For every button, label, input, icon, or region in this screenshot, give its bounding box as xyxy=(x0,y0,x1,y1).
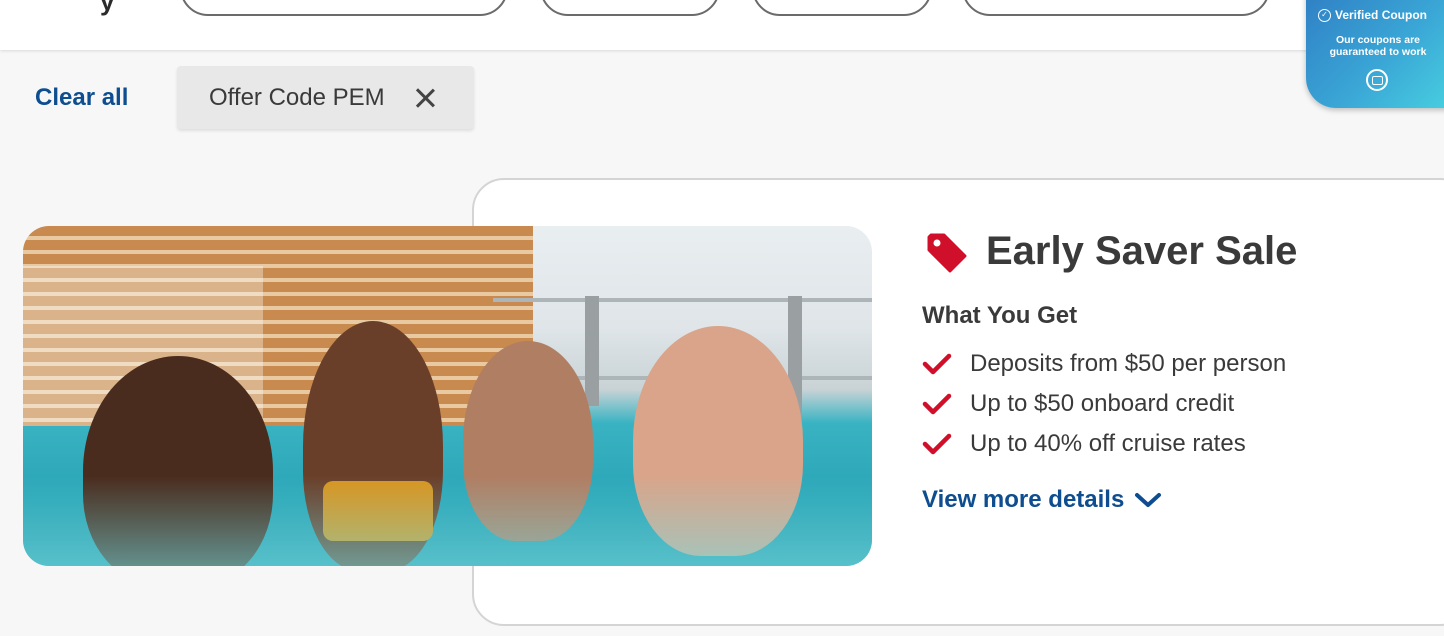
checkmark-icon xyxy=(922,433,952,455)
photo-rail xyxy=(493,298,872,302)
top-filter-bar: y xyxy=(0,0,1444,50)
checkmark-icon xyxy=(922,393,952,415)
benefit-text: Up to $50 onboard credit xyxy=(970,390,1235,417)
verified-coupon-badge[interactable]: ✓ Verified Coupon Our coupons are guaran… xyxy=(1306,0,1444,108)
verified-check-icon: ✓ xyxy=(1318,8,1331,22)
benefit-text: Deposits from $50 per person xyxy=(970,350,1287,377)
filter-dropdown-1[interactable] xyxy=(180,0,508,16)
view-more-details-link[interactable]: View more details xyxy=(922,486,1162,514)
clear-all-button[interactable]: Clear all xyxy=(35,84,128,112)
price-tag-icon xyxy=(927,233,967,273)
offer-title: Early Saver Sale xyxy=(986,229,1298,273)
photo-post xyxy=(585,296,599,406)
what-you-get-heading: What You Get xyxy=(922,302,1078,329)
verified-coupon-subtitle: Our coupons are guaranteed to work xyxy=(1329,34,1427,58)
filter-dropdown-4[interactable] xyxy=(962,0,1270,16)
logo-fragment: y xyxy=(100,0,115,16)
verified-row: ✓ Verified Coupon xyxy=(1318,8,1427,22)
coupon-logo-icon xyxy=(1366,69,1388,91)
benefit-item: Up to 40% off cruise rates xyxy=(922,430,1246,458)
offer-photo xyxy=(23,226,872,566)
verified-coupon-title: Verified Coupon xyxy=(1335,8,1428,22)
active-filter-chip[interactable]: Offer Code PEM xyxy=(177,66,474,129)
benefit-text: Up to 40% off cruise rates xyxy=(970,430,1246,457)
benefit-item: Deposits from $50 per person xyxy=(922,350,1286,378)
benefit-item: Up to $50 onboard credit xyxy=(922,390,1234,418)
close-icon[interactable] xyxy=(415,87,435,107)
chip-label: Offer Code PEM xyxy=(209,83,385,111)
filter-dropdown-3[interactable] xyxy=(752,0,932,16)
photo-water xyxy=(23,476,872,566)
view-more-details-label: View more details xyxy=(922,486,1125,513)
filter-dropdown-2[interactable] xyxy=(540,0,720,16)
chevron-down-icon xyxy=(1135,493,1162,507)
checkmark-icon xyxy=(922,353,952,375)
